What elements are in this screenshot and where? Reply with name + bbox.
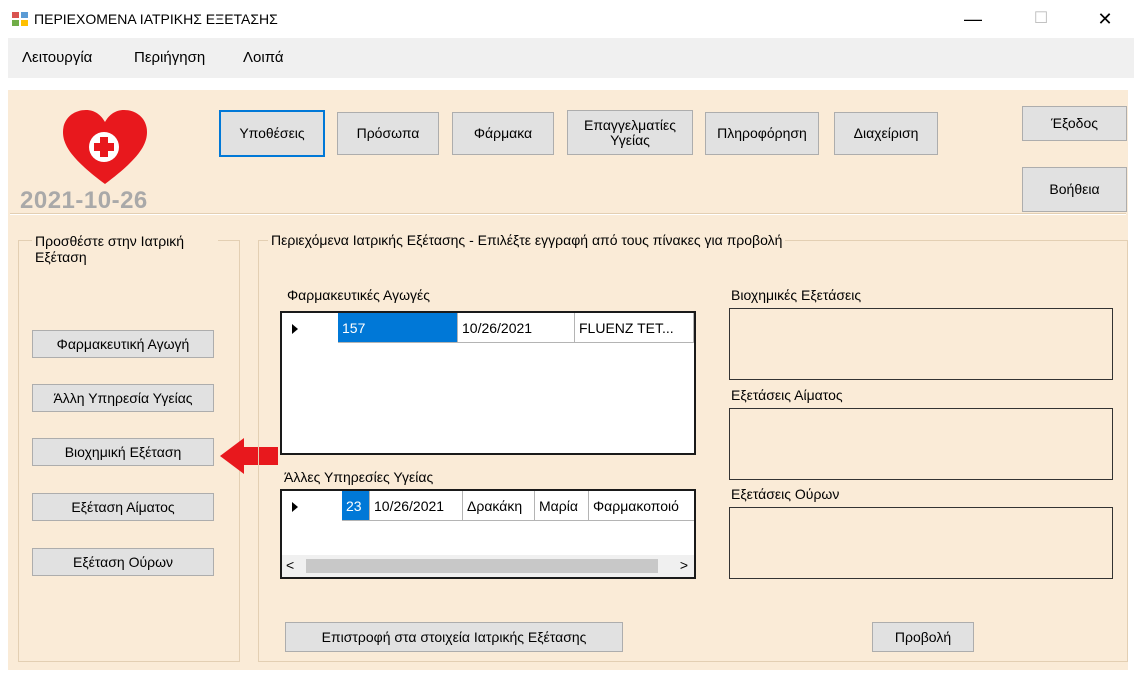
- blood-tests-table[interactable]: [729, 408, 1113, 480]
- medication-date-cell[interactable]: 10/26/2021: [458, 313, 575, 343]
- header-divider: [10, 213, 1126, 215]
- add-other-service-button[interactable]: Άλλη Υπηρεσία Υγείας: [32, 384, 214, 412]
- persons-button[interactable]: Πρόσωπα: [337, 112, 439, 155]
- information-button[interactable]: Πληροφόρηση: [705, 112, 819, 155]
- row-pointer-icon: [292, 502, 298, 512]
- back-to-exam-button[interactable]: Επιστροφή στα στοιχεία Ιατρικής Εξέτασης: [285, 622, 623, 652]
- menu-item-other[interactable]: Λοιπά: [243, 49, 284, 66]
- service-id-cell[interactable]: 23: [342, 491, 370, 521]
- window-title: ΠΕΡΙΕΧΟΜΕΝΑ ΙΑΤΡΙΚΗΣ ΕΞΕΤΑΣΗΣ: [34, 11, 278, 27]
- service-specialty-cell[interactable]: Φαρμακοποιό: [589, 491, 694, 521]
- other-services-label: Άλλες Υπηρεσίες Υγείας: [284, 469, 434, 485]
- medicines-button[interactable]: Φάρμακα: [452, 112, 554, 155]
- add-blood-test-button[interactable]: Εξέταση Αίματος: [32, 493, 214, 521]
- help-button[interactable]: Βοήθεια: [1022, 167, 1127, 212]
- other-services-table[interactable]: 23 10/26/2021 Δρακάκη Μαρία Φαρμακοποιό …: [280, 489, 696, 579]
- horizontal-scrollbar[interactable]: < >: [282, 555, 694, 577]
- row-header[interactable]: [282, 313, 338, 343]
- row-header[interactable]: [282, 491, 338, 521]
- app-icon: [12, 12, 28, 26]
- row-pointer-icon: [292, 324, 298, 334]
- minimize-button[interactable]: —: [950, 6, 996, 32]
- medications-label: Φαρμακευτικές Αγωγές: [287, 287, 431, 303]
- current-date: 2021-10-26: [20, 187, 148, 214]
- exam-contents-title: Περιεχόμενα Ιατρικής Εξέτασης - Επιλέξτε…: [268, 232, 786, 248]
- cases-button[interactable]: Υποθέσεις: [219, 110, 325, 157]
- medications-table[interactable]: 157 10/26/2021 FLUENZ TET...: [280, 311, 696, 455]
- scroll-left-icon[interactable]: <: [286, 557, 294, 573]
- biochemical-exams-label: Βιοχημικές Εξετάσεις: [731, 287, 862, 303]
- menu-item-navigation[interactable]: Περιήγηση: [134, 49, 205, 66]
- add-urine-test-button[interactable]: Εξέταση Ούρων: [32, 548, 214, 576]
- maximize-button[interactable]: ☐: [1018, 6, 1064, 32]
- scroll-thumb[interactable]: [306, 559, 658, 573]
- service-firstname-cell[interactable]: Μαρία: [535, 491, 589, 521]
- heart-logo-icon: [63, 110, 147, 184]
- add-medication-button[interactable]: Φαρμακευτική Αγωγή: [32, 330, 214, 358]
- view-button[interactable]: Προβολή: [872, 622, 974, 652]
- urine-tests-table[interactable]: [729, 507, 1113, 579]
- service-surname-cell[interactable]: Δρακάκη: [463, 491, 535, 521]
- medication-id-cell[interactable]: 157: [338, 313, 458, 343]
- service-date-cell[interactable]: 10/26/2021: [370, 491, 463, 521]
- urine-tests-label: Εξετάσεις Ούρων: [731, 486, 840, 502]
- management-button[interactable]: Διαχείριση: [834, 112, 938, 155]
- biochemical-exams-table[interactable]: [729, 308, 1113, 380]
- blood-tests-label: Εξετάσεις Αίματος: [731, 387, 843, 403]
- exit-button[interactable]: Έξοδος: [1022, 106, 1127, 141]
- close-button[interactable]: ✕: [1082, 6, 1128, 32]
- add-to-exam-title: Προσθέστε στην Ιατρική Εξέταση: [32, 233, 218, 265]
- add-biochemical-exam-button[interactable]: Βιοχημική Εξέταση: [32, 438, 214, 466]
- health-professionals-button[interactable]: Επαγγελματίες Υγείας: [567, 110, 693, 155]
- medication-name-cell[interactable]: FLUENZ TET...: [575, 313, 694, 343]
- scroll-right-icon[interactable]: >: [680, 557, 688, 573]
- menu-item-operation[interactable]: Λειτουργία: [22, 49, 92, 66]
